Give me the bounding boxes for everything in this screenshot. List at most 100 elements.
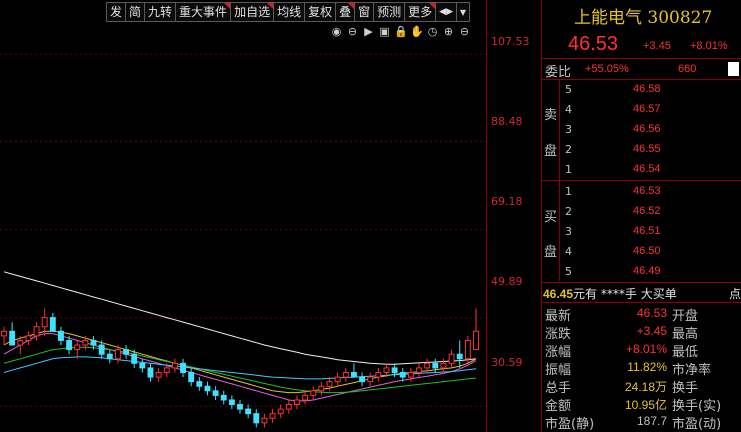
hand-icon[interactable]: ✋ [410, 25, 424, 38]
candlesticks [1, 308, 479, 428]
toolbar-button[interactable]: 发 [106, 2, 127, 22]
divider [559, 181, 560, 281]
candle-body [473, 330, 479, 351]
candle-body [310, 390, 317, 396]
candle-body [17, 339, 24, 346]
stat-label-right: 开盘 [672, 309, 699, 324]
sell-label-top: 卖 [544, 108, 558, 123]
stat-value: 46.53 [636, 306, 667, 320]
divider [559, 80, 560, 180]
buy-price[interactable]: 46.49 [633, 265, 661, 277]
toolbar-button[interactable]: 预测 [373, 2, 406, 22]
candle-body [155, 371, 162, 378]
toolbar-button[interactable]: 均线 [273, 2, 306, 22]
scroll-marker [728, 62, 739, 76]
candle-body [269, 413, 276, 419]
chevron-down-icon[interactable]: ▾ [456, 2, 471, 22]
ma-line [3, 330, 477, 394]
candle-body [212, 390, 219, 396]
stat-label: 总手 [545, 381, 572, 396]
candle-body [131, 353, 138, 364]
candle-body [253, 413, 260, 424]
toolbar-button[interactable]: 复权 [304, 2, 337, 22]
candle-body [123, 349, 130, 355]
candle-body [350, 371, 357, 378]
nav-arrows-button[interactable]: ◀▶ [435, 2, 458, 22]
trade-unit: 元有 [573, 287, 598, 301]
sell-label-bottom: 盘 [544, 144, 558, 159]
minus-icon[interactable]: ⊖ [458, 25, 471, 38]
clock-icon[interactable]: ◷ [426, 25, 439, 38]
price-tick: 69.18 [491, 195, 523, 208]
stock-code: 300827 [647, 8, 713, 28]
stat-label-right: 市盈(动) [672, 417, 722, 432]
ma-line [3, 333, 477, 402]
candle-body [114, 349, 121, 360]
kline-chart[interactable] [0, 0, 486, 432]
chart-grid [0, 53, 486, 407]
trade-type: 大买单 [640, 287, 677, 301]
stat-value: 187.7 [636, 414, 667, 428]
toolbar-button[interactable]: 九转 [144, 2, 177, 22]
price-tick: 88.48 [491, 115, 523, 128]
moving-average-lines [3, 271, 477, 402]
trade-extra: 点 [729, 287, 741, 301]
candle-body [82, 339, 89, 346]
candle-body [342, 371, 349, 378]
current-price: 46.53 [568, 33, 619, 55]
candle-body [106, 353, 113, 360]
candle-body [196, 381, 203, 387]
candle-body [188, 371, 195, 383]
candle-body [416, 367, 422, 373]
zoom-out-icon[interactable]: ⊖ [346, 25, 359, 38]
candle-body [49, 317, 56, 332]
sell-price[interactable]: 46.55 [633, 143, 661, 155]
toolbar-button[interactable]: 加自选 [230, 2, 275, 22]
candle-body [25, 335, 32, 341]
stat-value: +8.01% [625, 342, 667, 356]
sell-price[interactable]: 46.58 [633, 83, 661, 95]
sell-price[interactable]: 46.54 [633, 163, 661, 175]
toolbar-button[interactable]: 更多 [404, 2, 437, 22]
candle-body [237, 404, 243, 410]
candle-body [163, 367, 170, 373]
stat-label: 涨跌 [545, 327, 572, 342]
play-icon[interactable]: ▶ [362, 25, 375, 38]
candle-body [245, 408, 252, 415]
buy-price[interactable]: 46.52 [633, 205, 661, 217]
candle-body [74, 344, 81, 351]
candle-body [285, 404, 292, 410]
toolbar-button[interactable]: 叠 [335, 2, 356, 22]
candle-body [139, 362, 146, 369]
buy-price[interactable]: 46.51 [633, 225, 661, 237]
price-axis: 107.53 88.48 69.18 49.89 30.59 [486, 0, 541, 432]
stat-label: 振幅 [545, 363, 572, 378]
trade-tick: 46.45元有 ****手 大买单 [543, 285, 677, 302]
candle-body [448, 353, 455, 364]
candle-body [424, 362, 431, 369]
stock-name: 上能电气 [574, 8, 642, 28]
candle-body [171, 362, 178, 369]
lock-icon[interactable]: 🔒 [394, 25, 408, 38]
candle-body [66, 339, 73, 351]
buy-price[interactable]: 46.50 [633, 245, 661, 257]
eye-icon[interactable]: ◉ [330, 25, 343, 38]
candle-body [180, 362, 186, 373]
stat-label-right: 市净率 [672, 363, 712, 378]
buy-level: 3 [565, 225, 572, 238]
buy-level: 5 [565, 265, 572, 278]
buy-price[interactable]: 46.53 [633, 185, 661, 197]
candle-body [375, 371, 382, 378]
buy-level: 1 [565, 185, 572, 198]
toolbar-button[interactable]: 重大事件 [175, 2, 232, 22]
sell-price[interactable]: 46.57 [633, 103, 661, 115]
price-change: +3.45 [643, 40, 671, 52]
weibi-value: +55.05% [585, 63, 629, 75]
toolbar-button[interactable]: 简 [125, 2, 146, 22]
toolbar-button[interactable]: 窗 [354, 2, 375, 22]
chart-toggle-icon[interactable]: ▣ [378, 25, 391, 38]
candle-body [334, 376, 341, 383]
candle-body [294, 399, 300, 406]
plus-icon[interactable]: ⊕ [442, 25, 455, 38]
sell-price[interactable]: 46.56 [633, 123, 661, 135]
